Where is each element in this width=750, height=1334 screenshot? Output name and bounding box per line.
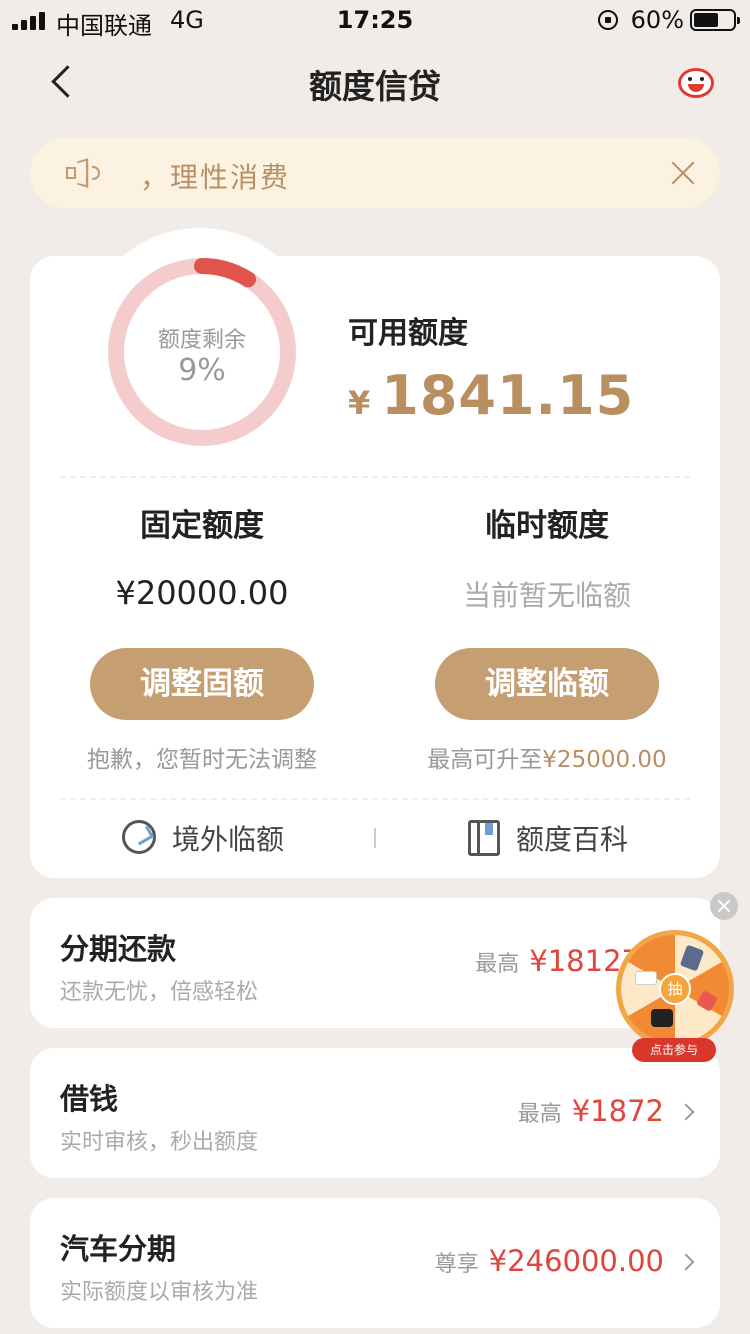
limit-prefix: 尊享 xyxy=(434,1252,479,1277)
chevron-right-icon xyxy=(677,1103,695,1121)
product-title: 借钱 xyxy=(60,1082,119,1116)
product-limit: 最高 ¥1872 xyxy=(518,1094,664,1128)
product-subtitle: 实时审核，秒出额度 xyxy=(60,1130,259,1155)
product-row-borrow[interactable]: 借钱 实时审核，秒出额度 最高 ¥1872 xyxy=(30,1048,720,1178)
limit-prefix: 最高 xyxy=(517,1102,562,1127)
temp-credit-column: 临时额度 当前暂无临额 调整临额 最高可升至¥25000.00 xyxy=(397,500,697,774)
device-prize-icon xyxy=(635,971,657,985)
product-limit: 尊享 ¥246000.00 xyxy=(435,1244,664,1278)
divider xyxy=(60,798,690,800)
temp-credit-title: 临时额度 xyxy=(485,508,609,544)
wheel-close-icon[interactable] xyxy=(710,892,738,920)
chevron-right-icon xyxy=(677,1253,695,1271)
temp-credit-value: 当前暂无临额 xyxy=(462,579,631,612)
gadget-prize-icon xyxy=(651,1009,673,1027)
available-credit-amount: ¥1841.15 xyxy=(348,364,634,427)
ring-percent: 9% xyxy=(178,353,226,388)
credit-wiki-label: 额度百科 xyxy=(516,823,629,856)
limit-prefix: 最高 xyxy=(475,952,520,977)
ring-label: 额度剩余 xyxy=(157,328,246,353)
fixed-credit-title: 固定额度 xyxy=(140,508,264,544)
available-amount-value: 1841.15 xyxy=(381,364,635,427)
currency-symbol: ¥ xyxy=(348,384,372,422)
fixed-credit-value: ¥20000.00 xyxy=(115,574,289,612)
limit-amount: ¥246000.00 xyxy=(488,1244,664,1278)
lucky-wheel-widget[interactable]: 抽 点击参与 xyxy=(612,892,750,1062)
status-bar: 中国联通 4G 17:25 60% xyxy=(0,0,750,40)
battery-percent: 60% xyxy=(630,6,684,34)
available-credit-label: 可用额度 xyxy=(348,316,468,351)
divider xyxy=(60,476,690,478)
adjust-temp-button[interactable]: 调整临额 xyxy=(435,648,659,720)
notice-close-icon[interactable] xyxy=(668,158,698,188)
prize-wheel[interactable]: 抽 xyxy=(616,930,734,1048)
speaker-icon xyxy=(66,158,100,188)
wheel-hub[interactable]: 抽 xyxy=(659,973,691,1005)
product-title: 汽车分期 xyxy=(60,1232,177,1266)
product-row-car-installment[interactable]: 汽车分期 实际额度以审核为准 尊享 ¥246000.00 xyxy=(30,1198,720,1328)
battery-icon xyxy=(690,9,740,31)
product-subtitle: 还款无忧，倍感轻松 xyxy=(60,980,259,1005)
temp-credit-note: 最高可升至¥25000.00 xyxy=(397,740,697,774)
limit-amount: ¥1872 xyxy=(571,1094,664,1128)
adjust-fixed-button[interactable]: 调整固额 xyxy=(90,648,314,720)
product-subtitle: 实际额度以审核为准 xyxy=(60,1280,259,1305)
notice-banner: ，理性消费 xyxy=(30,138,720,208)
mascot-icon[interactable] xyxy=(674,64,718,100)
product-title: 分期还款 xyxy=(60,932,177,966)
fixed-credit-note: 抱歉，您暂时无法调整 xyxy=(87,747,317,773)
plane-globe-icon xyxy=(122,820,156,854)
fixed-credit-column: 固定额度 ¥20000.00 调整固额 抱歉，您暂时无法调整 xyxy=(52,500,352,774)
nav-bar: 额度信贷 xyxy=(0,40,750,124)
tool-separator xyxy=(374,828,376,848)
rotation-lock-icon xyxy=(598,10,618,30)
page-title: 额度信贷 xyxy=(309,67,441,106)
temp-note-prefix: 最高可升至 xyxy=(427,747,543,773)
overseas-temp-credit-label: 境外临额 xyxy=(172,823,285,856)
book-icon xyxy=(468,820,500,856)
notice-text: ，理性消费 xyxy=(140,161,291,194)
temp-note-amount: ¥25000.00 xyxy=(542,747,667,773)
wheel-join-button[interactable]: 点击参与 xyxy=(632,1038,716,1062)
